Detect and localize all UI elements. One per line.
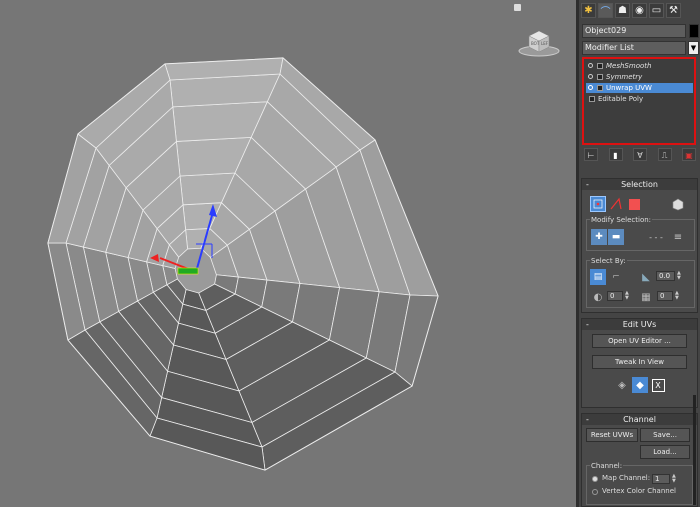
rollout-title: Channel bbox=[623, 415, 656, 424]
make-unique-icon[interactable]: ∀ bbox=[633, 148, 647, 161]
viewport-menu-icon[interactable] bbox=[514, 4, 521, 11]
selection-rollout: - Selection Modify Selection: ✚ ▬ - - - ≡… bbox=[581, 178, 698, 313]
hierarchy-tab-icon[interactable]: ☗ bbox=[615, 3, 630, 18]
stack-toolbar: ⊢ ▮ ∀ ⎍ ▣ bbox=[584, 148, 696, 164]
tweak-in-view-button[interactable]: Tweak In View bbox=[592, 355, 687, 369]
shrink-selection-icon[interactable]: ▬ bbox=[608, 229, 624, 245]
open-uv-editor-button[interactable]: Open UV Editor ... bbox=[592, 334, 687, 348]
channel-group-label: Channel: bbox=[590, 462, 624, 470]
mesh-wireframe bbox=[47, 57, 439, 471]
svg-text:LEF: LEF bbox=[541, 41, 549, 46]
lightbulb-icon[interactable] bbox=[588, 85, 593, 90]
channel-group bbox=[586, 465, 693, 505]
chevron-down-icon[interactable]: ▼ bbox=[688, 41, 699, 55]
object-name-field[interactable]: Object029 bbox=[582, 24, 686, 38]
stack-item-unwrap-uvw[interactable]: Unwrap UVW bbox=[586, 83, 693, 93]
pin-stack-icon[interactable]: ⊢ bbox=[584, 148, 598, 161]
selection-rollout-header[interactable]: - Selection bbox=[582, 179, 697, 190]
rollout-title: Selection bbox=[621, 180, 658, 189]
utilities-tab-icon[interactable]: ⚒ bbox=[666, 3, 681, 18]
display-tab-icon[interactable]: ▭ bbox=[649, 3, 664, 18]
select-by-smoothing-group-icon[interactable]: ▦ bbox=[638, 289, 654, 305]
spinner-arrows-icon[interactable]: ▲ ▼ bbox=[625, 291, 630, 301]
rollout-title: Edit UVs bbox=[622, 320, 657, 329]
reset-uvws-button[interactable]: Reset UVWs bbox=[586, 428, 638, 442]
smoothing-group-input[interactable]: 0 bbox=[657, 291, 673, 301]
edit-uvs-rollout: - Edit UVs Open UV Editor ... Tweak In Vi… bbox=[581, 318, 698, 408]
element-select-icon[interactable] bbox=[670, 196, 686, 212]
configure-modifier-sets-icon[interactable]: ▣ bbox=[682, 148, 696, 161]
spinner-arrows-icon[interactable]: ▲ ▼ bbox=[677, 271, 682, 281]
expand-icon[interactable] bbox=[597, 85, 603, 91]
expand-icon[interactable] bbox=[597, 63, 603, 69]
lightbulb-icon[interactable] bbox=[588, 63, 593, 68]
spinner-arrows-icon[interactable]: ▲ ▼ bbox=[675, 291, 680, 301]
expand-icon[interactable] bbox=[589, 96, 595, 102]
material-id-input[interactable]: 0 bbox=[607, 291, 623, 301]
select-by-label: Select By: bbox=[590, 257, 627, 265]
ring-selection-icon[interactable]: - - - bbox=[649, 229, 663, 245]
motion-tab-icon[interactable]: ◉ bbox=[632, 3, 647, 18]
loop-selection-icon[interactable]: ≡ bbox=[670, 229, 686, 245]
stack-item-label: MeshSmooth bbox=[606, 62, 652, 70]
stack-item-symmetry[interactable]: Symmetry bbox=[586, 72, 693, 82]
display-map-icon[interactable]: ◆ bbox=[632, 377, 648, 393]
viewport-perspective[interactable]: BOT LEF bbox=[0, 0, 576, 507]
load-button[interactable]: Load... bbox=[640, 445, 690, 459]
select-by-element-uv-toggle-icon[interactable]: ▤ bbox=[590, 269, 606, 285]
channel-rollout-header[interactable]: - Channel bbox=[582, 414, 697, 425]
remove-modifier-icon[interactable]: ⎍ bbox=[657, 148, 672, 161]
channel-rollout: - Channel Reset UVWs Save... Load... Chan… bbox=[581, 413, 698, 507]
modifier-stack: MeshSmooth Symmetry Unwrap UVW Editable … bbox=[582, 57, 696, 145]
stack-item-label: Editable Poly bbox=[598, 95, 644, 103]
vertex-color-channel-label: Vertex Color Channel bbox=[602, 487, 676, 495]
modify-tab-icon[interactable]: ⌒ bbox=[598, 3, 613, 18]
save-button[interactable]: Save... bbox=[640, 428, 690, 442]
modify-selection-label: Modify Selection: bbox=[590, 216, 653, 224]
map-channel-input[interactable]: 1 bbox=[652, 474, 670, 484]
quick-planar-map-icon[interactable]: ◈ bbox=[614, 377, 630, 393]
stack-item-editable-poly[interactable]: Editable Poly bbox=[586, 94, 693, 104]
select-by-material-id-icon[interactable]: ◐ bbox=[590, 289, 606, 305]
viewcube-icon[interactable]: BOT LEF bbox=[517, 24, 561, 58]
spinner-arrows-icon[interactable]: ▲ ▼ bbox=[672, 474, 677, 484]
vertex-color-channel-radio[interactable] bbox=[592, 489, 598, 495]
panel-scrollbar[interactable] bbox=[693, 395, 696, 505]
reset-xform-icon[interactable]: X bbox=[650, 377, 666, 393]
stack-item-meshsmooth[interactable]: MeshSmooth bbox=[586, 61, 693, 71]
edge-select-icon[interactable] bbox=[608, 196, 624, 212]
expand-icon[interactable] bbox=[597, 74, 603, 80]
polygon-select-icon[interactable] bbox=[626, 196, 642, 212]
stack-item-label: Unwrap UVW bbox=[606, 84, 652, 92]
command-panel-tabs: ✱ ⌒ ☗ ◉ ▭ ⚒ bbox=[579, 0, 700, 22]
vertex-select-icon[interactable] bbox=[590, 196, 606, 212]
create-tab-icon[interactable]: ✱ bbox=[581, 3, 596, 18]
edit-uvs-rollout-header[interactable]: - Edit UVs bbox=[582, 319, 697, 330]
svg-text:BOT: BOT bbox=[531, 41, 540, 46]
planar-angle-input[interactable]: 0.0 bbox=[656, 271, 675, 281]
ignore-backfacing-icon[interactable]: ⌐ bbox=[608, 269, 624, 285]
stack-item-label: Symmetry bbox=[606, 73, 643, 81]
lightbulb-icon[interactable] bbox=[588, 74, 593, 79]
planar-angle-icon[interactable]: ◣ bbox=[638, 269, 654, 285]
map-channel-label: Map Channel: bbox=[602, 474, 651, 482]
modifier-list-dropdown[interactable]: Modifier List bbox=[582, 41, 686, 55]
grow-selection-icon[interactable]: ✚ bbox=[591, 229, 607, 245]
object-color-swatch[interactable] bbox=[689, 24, 699, 38]
map-channel-radio[interactable] bbox=[592, 476, 598, 482]
command-panel: ✱ ⌒ ☗ ◉ ▭ ⚒ Object029 Modifier List ▼ Me… bbox=[579, 0, 700, 507]
show-end-result-icon[interactable]: ▮ bbox=[608, 148, 623, 161]
